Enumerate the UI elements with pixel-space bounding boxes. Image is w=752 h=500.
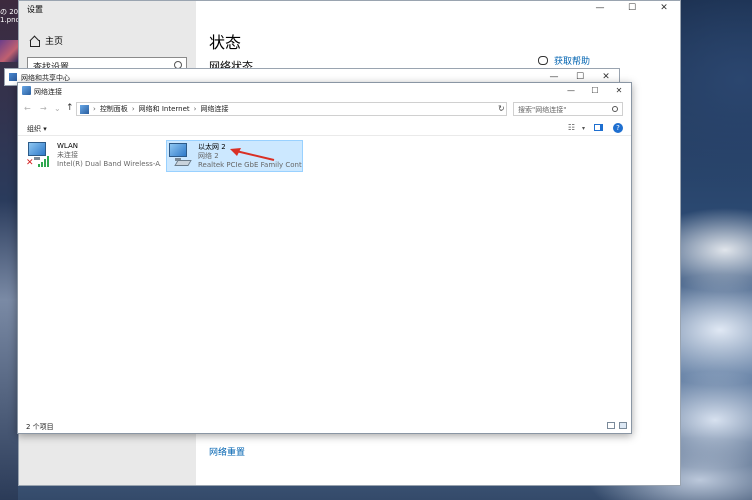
connection-text: WLAN 未连接 Intel(R) Dual Band Wireless-A..… xyxy=(57,140,161,172)
network-connections-icon xyxy=(22,86,31,95)
desktop-file-thumbnail[interactable] xyxy=(0,40,18,62)
settings-title: 设置 xyxy=(27,5,43,14)
get-help-link[interactable]: 获取帮助 xyxy=(538,54,590,67)
home-nav-item[interactable]: 主页 xyxy=(29,34,63,47)
minimize-button[interactable]: — xyxy=(559,83,583,99)
get-help-label: 获取帮助 xyxy=(554,57,591,67)
connection-device: Intel(R) Dual Band Wireless-A... xyxy=(57,160,161,168)
item-count: 2 个项目 xyxy=(26,423,54,431)
window-title: 网络连接 xyxy=(34,88,62,96)
control-panel-icon xyxy=(80,104,89,114)
ethernet-adapter-icon xyxy=(167,141,193,169)
signal-bars-icon xyxy=(38,156,50,167)
address-bar[interactable]: › 控制面板 › 网络和 Internet › 网络连接 ⌄ xyxy=(76,102,507,116)
settings-window-controls: — ☐ ✕ xyxy=(584,1,680,15)
breadcrumb-network-internet[interactable]: 网络和 Internet xyxy=(139,104,190,114)
home-label: 主页 xyxy=(45,37,64,47)
organize-menu-button[interactable]: 组织 ▾ xyxy=(27,124,47,134)
minimize-button[interactable]: — xyxy=(584,1,616,15)
breadcrumb-control-panel[interactable]: 控制面板 xyxy=(100,104,128,114)
forward-arrow-icon[interactable]: → xyxy=(40,104,47,113)
monitor-icon xyxy=(169,143,187,161)
help-icon[interactable]: ? xyxy=(613,123,623,133)
command-bar: 组织 ▾ ☷ ▾ ? xyxy=(18,120,631,136)
breadcrumb-separator: › xyxy=(193,105,197,113)
window-controls: — ☐ ✕ xyxy=(559,83,631,99)
page-title: 状态 xyxy=(209,33,242,52)
network-cable-icon xyxy=(174,160,192,166)
connection-item-wlan[interactable]: ✕ WLAN 未连接 Intel(R) Dual Band Wireless-A… xyxy=(26,140,161,172)
recent-chevron-icon[interactable]: ⌄ xyxy=(54,104,61,113)
monitor-icon xyxy=(28,142,46,160)
maximize-button[interactable]: ☐ xyxy=(583,83,607,99)
breadcrumb-separator: › xyxy=(93,105,96,113)
tiles-view-icon[interactable] xyxy=(619,422,627,429)
search-icon[interactable] xyxy=(612,106,618,112)
wireless-adapter-icon: ✕ xyxy=(26,140,52,168)
disconnected-x-icon: ✕ xyxy=(26,158,34,168)
view-options-icon[interactable]: ☷ xyxy=(568,123,575,132)
status-bar: 2 个项目 xyxy=(18,419,631,433)
connection-status: 未连接 xyxy=(57,151,78,159)
chat-help-icon xyxy=(538,56,548,65)
home-icon xyxy=(29,36,40,47)
up-arrow-icon[interactable]: ↑ xyxy=(66,103,74,113)
network-connections-window: 网络连接 — ☐ ✕ ← → ⌄ ↑ › 控制面板 › 网络和 Internet… xyxy=(17,82,632,434)
maximize-button[interactable]: ☐ xyxy=(616,1,648,15)
details-view-icon[interactable] xyxy=(607,422,615,429)
desktop-file-label: の 20 1.pnc xyxy=(0,8,20,24)
address-row: ← → ⌄ ↑ › 控制面板 › 网络和 Internet › 网络连接 ⌄ ↻… xyxy=(18,101,631,117)
back-arrow-icon[interactable]: ← xyxy=(24,104,31,113)
view-dropdown-icon[interactable]: ▾ xyxy=(582,125,585,132)
connection-name: WLAN xyxy=(57,142,79,150)
network-center-icon xyxy=(9,73,17,81)
refresh-icon[interactable]: ↻ xyxy=(498,104,505,113)
annotation-arrow-icon xyxy=(230,148,275,161)
title-bar[interactable]: 网络连接 — ☐ ✕ xyxy=(18,83,631,99)
folder-search-input[interactable]: 搜索"网络连接" xyxy=(513,102,623,116)
breadcrumb-separator: › xyxy=(131,105,135,113)
close-button[interactable]: ✕ xyxy=(607,83,631,99)
breadcrumb-network-connections[interactable]: 网络连接 xyxy=(200,104,228,114)
folder-search-placeholder: 搜索"网络连接" xyxy=(518,106,567,114)
preview-pane-icon[interactable] xyxy=(594,124,603,131)
network-reset-link[interactable]: 网络重置 xyxy=(209,445,245,458)
close-button[interactable]: ✕ xyxy=(648,1,680,15)
